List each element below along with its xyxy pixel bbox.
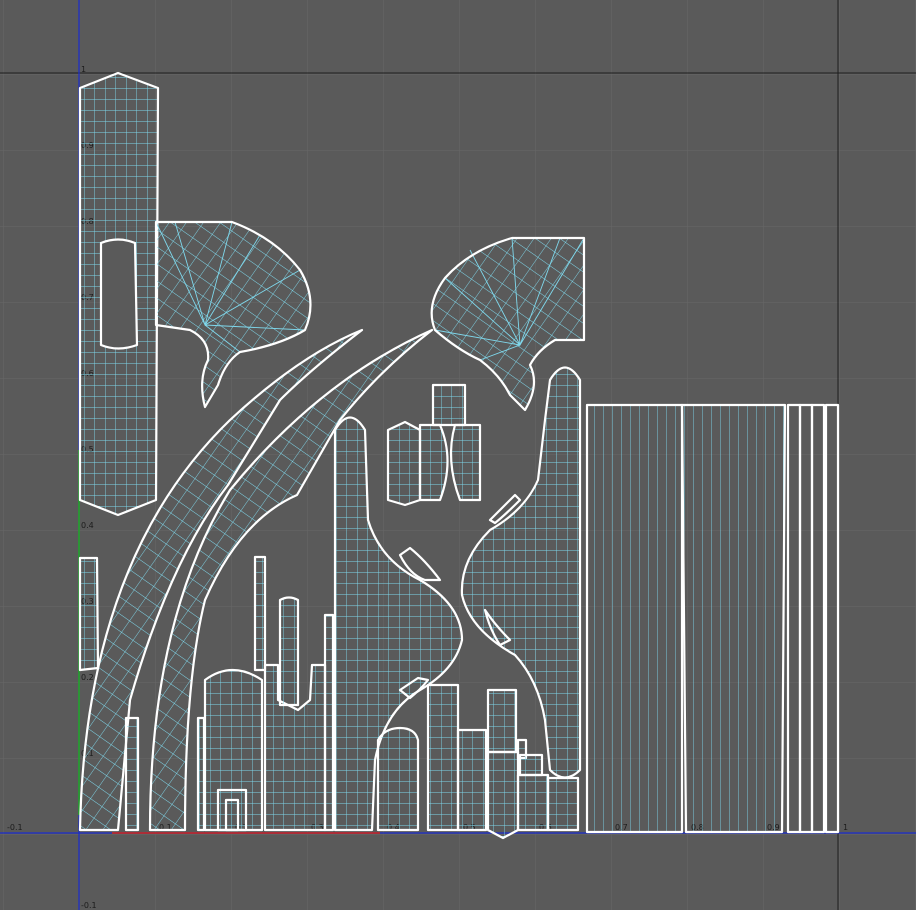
v-tick-label: -0.1 xyxy=(81,901,97,910)
uv-shell-panel-1[interactable] xyxy=(585,403,684,834)
v-tick-label: 0.4 xyxy=(81,521,94,530)
v-tick-label: 0.2 xyxy=(81,673,94,682)
uv-shell-panel-2[interactable] xyxy=(680,403,787,834)
v-tick-label: 1 xyxy=(81,65,86,74)
uv-shell-strip-small[interactable] xyxy=(124,716,140,832)
uv-shell-tall-strip[interactable] xyxy=(78,71,160,517)
uv-editor-viewport[interactable]: -0.10.10.20.30.40.50.60.70.80.91 10.90.8… xyxy=(0,0,916,910)
u-tick-label: 1 xyxy=(843,823,848,832)
u-tick-label: -0.1 xyxy=(7,823,23,832)
uv-shell-small-sliver[interactable] xyxy=(78,556,100,672)
